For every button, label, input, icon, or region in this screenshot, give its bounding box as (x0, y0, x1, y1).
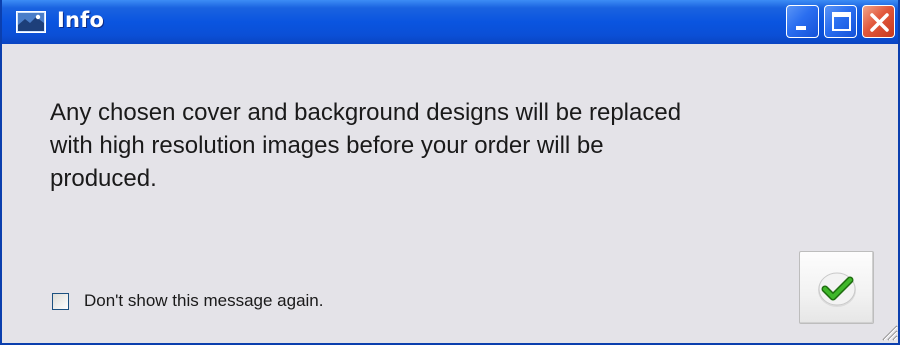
maximize-button[interactable] (824, 5, 857, 38)
app-window-icon (16, 11, 46, 33)
dont-show-again-checkbox[interactable] (52, 292, 69, 310)
close-button[interactable] (862, 5, 895, 38)
dialog-message: Any chosen cover and background designs … (50, 96, 850, 195)
title-bar[interactable]: Info (2, 0, 898, 44)
info-dialog-window: Info Any chosen cover and background des… (0, 0, 900, 345)
ok-button[interactable] (799, 251, 874, 324)
dont-show-again-label[interactable]: Don't show this message again. (84, 291, 324, 311)
minimize-icon (796, 26, 806, 30)
message-line: with high resolution images before your … (50, 132, 604, 159)
message-line: Any chosen cover and background designs … (50, 99, 682, 126)
window-title: Info (57, 8, 105, 32)
close-icon (870, 13, 889, 32)
message-line: produced. (50, 165, 157, 192)
dont-show-again-option[interactable]: Don't show this message again. (52, 290, 324, 312)
maximize-icon (832, 12, 851, 31)
minimize-button[interactable] (786, 5, 819, 38)
checkmark-icon (818, 272, 856, 307)
resize-grip[interactable] (878, 321, 898, 341)
